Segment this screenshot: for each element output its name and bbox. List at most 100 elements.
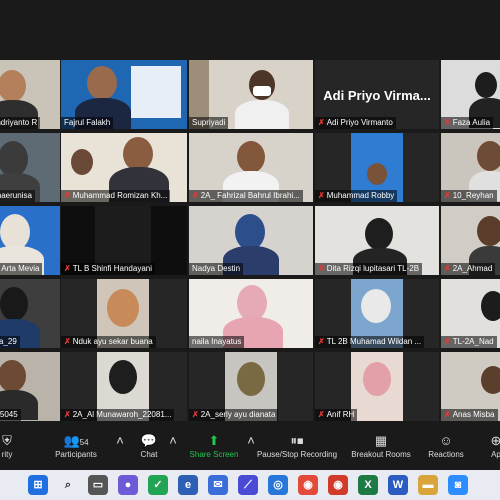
excel-icon[interactable]: X	[358, 475, 378, 495]
participant-tile-serly[interactable]: ✗ 2A_serly ayu dianata	[189, 352, 313, 421]
pause-stop-icon: ⏸⏹	[290, 433, 304, 448]
participant-tile-andriyanto[interactable]: Andriyanto R	[0, 60, 60, 129]
security-button[interactable]: ⛨ rity	[0, 432, 20, 468]
participant-tile-anif[interactable]: ✗ Anif RH	[315, 352, 439, 421]
participant-name: ✗ 2A_Al Munawaroh_22081...	[61, 409, 175, 421]
participant-name: Nadya Destin	[189, 263, 244, 275]
muted-mic-icon: ✗	[318, 118, 325, 127]
participant-tile-235045[interactable]: 235045	[0, 352, 60, 421]
apps-button[interactable]: ⊕ Ap	[486, 432, 500, 468]
participant-tile-dita[interactable]: ✗ Dita Rizqi lupitasari TL-2B	[315, 206, 439, 275]
muted-mic-icon: ✗	[64, 264, 71, 273]
participant-name: ✗ TL-2A_Nad	[441, 336, 497, 348]
reactions-button[interactable]: ☺ Reactions	[424, 432, 468, 468]
mail-icon[interactable]: ⟋	[238, 475, 258, 495]
participant-tile-anas[interactable]: ✗ Anas Misba	[441, 352, 500, 421]
participant-tile-arta[interactable]: va Arta Mevia	[0, 206, 60, 275]
participant-tile-munawaroh[interactable]: ✗ 2A_Al Munawaroh_22081...	[61, 352, 187, 421]
muted-mic-icon: ✗	[318, 264, 325, 273]
participant-name: ✗ Adi Priyo Virmanto	[315, 117, 396, 129]
chat-icon[interactable]: ✓	[148, 475, 168, 495]
participant-name: 235045	[0, 409, 21, 421]
edge-icon[interactable]: e	[178, 475, 198, 495]
participant-name: Chaerunisa	[0, 190, 35, 202]
participant-tile-wildan[interactable]: ✗ TL 2B Muhamad Wildan ...	[315, 279, 439, 348]
breakout-rooms-icon: ▦	[374, 433, 388, 448]
muted-mic-icon: ✗	[444, 337, 451, 346]
apps-icon: ⊕	[490, 433, 500, 448]
muted-mic-icon: ✗	[444, 191, 451, 200]
shield-icon: ⛨	[2, 433, 12, 448]
participant-tile-naila[interactable]: naila Inayatus	[189, 279, 313, 348]
participant-name: ✗ Muhammad Romizan Kh...	[61, 190, 171, 202]
participant-tile-ulia[interactable]: ulia_29	[0, 279, 60, 348]
muted-mic-icon: ✗	[318, 410, 325, 419]
chrome-icon[interactable]: ◉	[298, 475, 318, 495]
search-icon[interactable]: ⌕	[58, 475, 78, 495]
participant-tile-adi[interactable]: Adi Priyo Virma... ✗ Adi Priyo Virmanto	[315, 60, 439, 129]
chevron-up-icon: ˄	[169, 433, 177, 448]
participant-tile-chaerunisa[interactable]: Chaerunisa	[0, 133, 60, 202]
pause-stop-recording-button[interactable]: ⏸⏹ Pause/Stop Recording	[252, 432, 342, 468]
participant-tile-fahrizal[interactable]: ✗ 2A_ Fahrizal Bahrul Ibrahi...	[189, 133, 313, 202]
zoom-icon[interactable]: ◙	[448, 475, 468, 495]
participant-name: Fajrul Falakh	[61, 117, 114, 129]
participant-name: naila Inayatus	[189, 336, 245, 348]
participant-name: ✗ Dita Rizqi lupitasari TL-2B	[315, 263, 423, 275]
participant-tile-nadya[interactable]: Nadya Destin	[189, 206, 313, 275]
muted-mic-icon: ✗	[192, 410, 199, 419]
participant-tile-nduk[interactable]: ✗ Nduk ayu sekar buana	[61, 279, 187, 348]
muted-mic-icon: ✗	[444, 118, 451, 127]
participant-tile-supriyadi[interactable]: Supriyadi	[189, 60, 313, 129]
muted-mic-icon: ✗	[64, 191, 71, 200]
chrome2-icon[interactable]: ◉	[328, 475, 348, 495]
participant-tile-romizan[interactable]: ✗ Muhammad Romizan Kh...	[61, 133, 187, 202]
files-icon[interactable]: ▭	[88, 475, 108, 495]
participant-tile-ahmad[interactable]: ✗ 2A_Ahmad	[441, 206, 500, 275]
participant-name: ✗ Nduk ayu sekar buana	[61, 336, 156, 348]
meeting-top-bar	[0, 0, 500, 58]
participant-big-name: Adi Priyo Virma...	[323, 88, 431, 103]
share-screen-button[interactable]: ⬆ Share Screen	[184, 432, 244, 468]
windows-taskbar: ⊞ ⌕ ▭ ● ✓ e ✉ ⟋ ◎ ◉ ◉ X W ▬ ◙	[0, 470, 500, 500]
participants-chevron[interactable]: ˄	[112, 432, 128, 468]
chat-button[interactable]: 💬 Chat	[132, 432, 166, 468]
participant-name: ✗ 2A_serly ayu dianata	[189, 409, 279, 421]
participant-tile-robby[interactable]: ✗ Muhammad Robby	[315, 133, 439, 202]
participants-button[interactable]: 👥54 Participants	[44, 432, 108, 468]
video-icon[interactable]: ●	[118, 475, 138, 495]
muted-mic-icon: ✗	[444, 264, 451, 273]
participant-name: ✗ TL 2B Muhamad Wildan ...	[315, 336, 425, 348]
participant-name: ✗ Muhammad Robby	[315, 190, 398, 202]
store-icon[interactable]: ◎	[268, 475, 288, 495]
participant-name: ✗ Anas Misba	[441, 409, 498, 421]
breakout-rooms-button[interactable]: ▦ Breakout Rooms	[346, 432, 416, 468]
muted-mic-icon: ✗	[192, 191, 199, 200]
participant-name: ✗ Faza Aulia	[441, 117, 494, 129]
muted-mic-icon: ✗	[64, 410, 71, 419]
participant-name: va Arta Mevia	[0, 263, 43, 275]
muted-mic-icon: ✗	[64, 337, 71, 346]
participant-tile-shinfi[interactable]: ✗ TL B Shinfi Handayani	[61, 206, 187, 275]
muted-mic-icon: ✗	[444, 410, 451, 419]
chat-chevron[interactable]: ˄	[166, 432, 180, 468]
participant-tile-reyhan[interactable]: ✗ 10_Reyhan	[441, 133, 500, 202]
meeting-toolbar: ⛨ rity 👥54 Participants ˄ 💬 Chat ˄ ⬆ Sha…	[0, 430, 500, 470]
participant-gallery: Andriyanto R Fajrul Falakh Supriyadi Adi…	[0, 58, 500, 430]
participant-tile-faza[interactable]: ✗ Faza Aulia	[441, 60, 500, 129]
presentation-slide	[131, 66, 181, 118]
share-screen-icon: ⬆	[208, 433, 220, 448]
windows-icon[interactable]: ⊞	[28, 475, 48, 495]
participant-name: Supriyadi	[189, 117, 229, 129]
participant-name: ✗ 2A_Ahmad	[441, 263, 496, 275]
photos-icon[interactable]: ✉	[208, 475, 228, 495]
participant-name: ulia_29	[0, 336, 20, 348]
word-icon[interactable]: W	[388, 475, 408, 495]
participant-name: ✗ 2A_ Fahrizal Bahrul Ibrahi...	[189, 190, 303, 202]
muted-mic-icon: ✗	[318, 191, 325, 200]
muted-mic-icon: ✗	[318, 337, 325, 346]
explorer-icon[interactable]: ▬	[418, 475, 438, 495]
participant-tile-fajrul[interactable]: Fajrul Falakh	[61, 60, 187, 129]
participant-tile-nad[interactable]: ✗ TL-2A_Nad	[441, 279, 500, 348]
participant-name: ✗ Anif RH	[315, 409, 358, 421]
